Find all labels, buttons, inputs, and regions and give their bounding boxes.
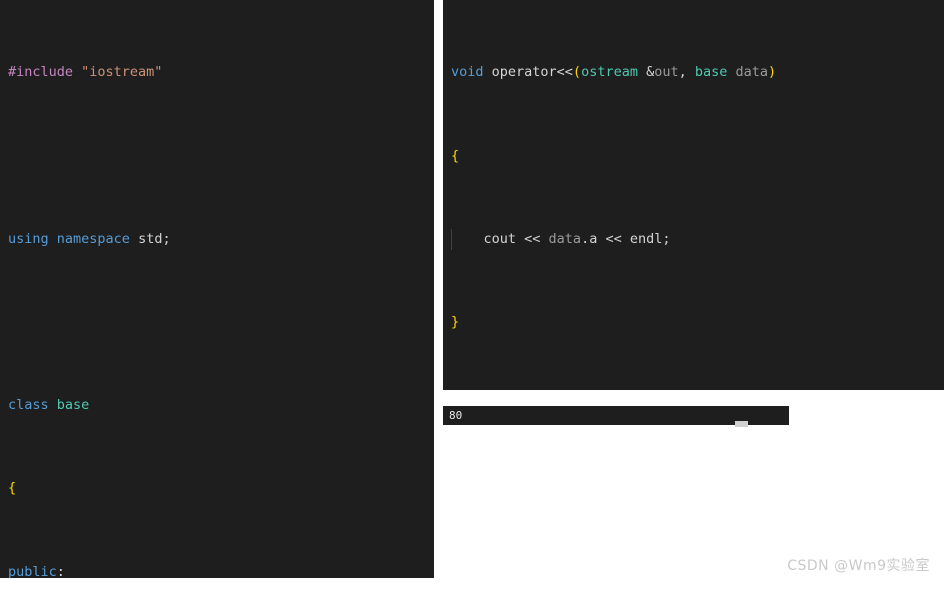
token-paren: ) bbox=[768, 64, 777, 81]
token-type: base bbox=[694, 64, 728, 81]
watermark-text: CSDN @Wm9实验室 bbox=[787, 558, 930, 574]
indent-guide bbox=[451, 228, 452, 250]
token-brace: { bbox=[451, 147, 460, 164]
code-line-blank[interactable] bbox=[0, 146, 434, 167]
token-plain: , bbox=[678, 64, 695, 81]
code-line[interactable]: } bbox=[443, 312, 944, 333]
code-line-blank[interactable] bbox=[0, 312, 434, 333]
token-string: "iostream" bbox=[81, 64, 163, 81]
token-keyword: namespace bbox=[56, 230, 130, 247]
console-block-cursor bbox=[735, 421, 748, 427]
code-line[interactable]: using namespace std; bbox=[0, 229, 434, 250]
token-plain: cout << bbox=[451, 230, 549, 247]
token-param: data bbox=[727, 64, 769, 81]
token-paren: ( bbox=[572, 64, 582, 81]
code-line[interactable]: { bbox=[443, 146, 944, 167]
token-keyword: void bbox=[451, 64, 484, 81]
token-type: ostream bbox=[581, 64, 638, 81]
token-plain: operator<< bbox=[483, 64, 573, 81]
code-line[interactable]: void operator<<(ostream &out, base data) bbox=[443, 62, 944, 83]
code-editor-left[interactable]: #include "iostream" using namespace std;… bbox=[0, 0, 434, 578]
code-line[interactable]: #include "iostream" bbox=[0, 62, 434, 83]
token-preprocessor: #include bbox=[8, 64, 82, 81]
token-plain: std; bbox=[129, 230, 171, 247]
token-keyword: using bbox=[8, 230, 49, 247]
token-keyword: public bbox=[8, 563, 57, 578]
code-line[interactable]: cout << data.a << endl; bbox=[443, 228, 944, 250]
token-keyword: class bbox=[8, 397, 49, 414]
console-output-text: 80 bbox=[449, 409, 463, 422]
token-param: out bbox=[654, 64, 679, 81]
token-plain: & bbox=[637, 64, 655, 81]
token-brace: } bbox=[451, 313, 460, 330]
token-plain: : bbox=[56, 563, 65, 578]
token-plain: .a << endl; bbox=[581, 230, 671, 247]
code-editor-right[interactable]: void operator<<(ostream &out, base data)… bbox=[443, 0, 944, 390]
token-type: base bbox=[56, 397, 90, 414]
token-brace: { bbox=[8, 480, 17, 497]
code-line[interactable]: public: bbox=[0, 562, 434, 578]
token-param: data bbox=[548, 230, 582, 247]
code-line[interactable]: { bbox=[0, 478, 434, 499]
code-line[interactable]: class base bbox=[0, 395, 434, 416]
